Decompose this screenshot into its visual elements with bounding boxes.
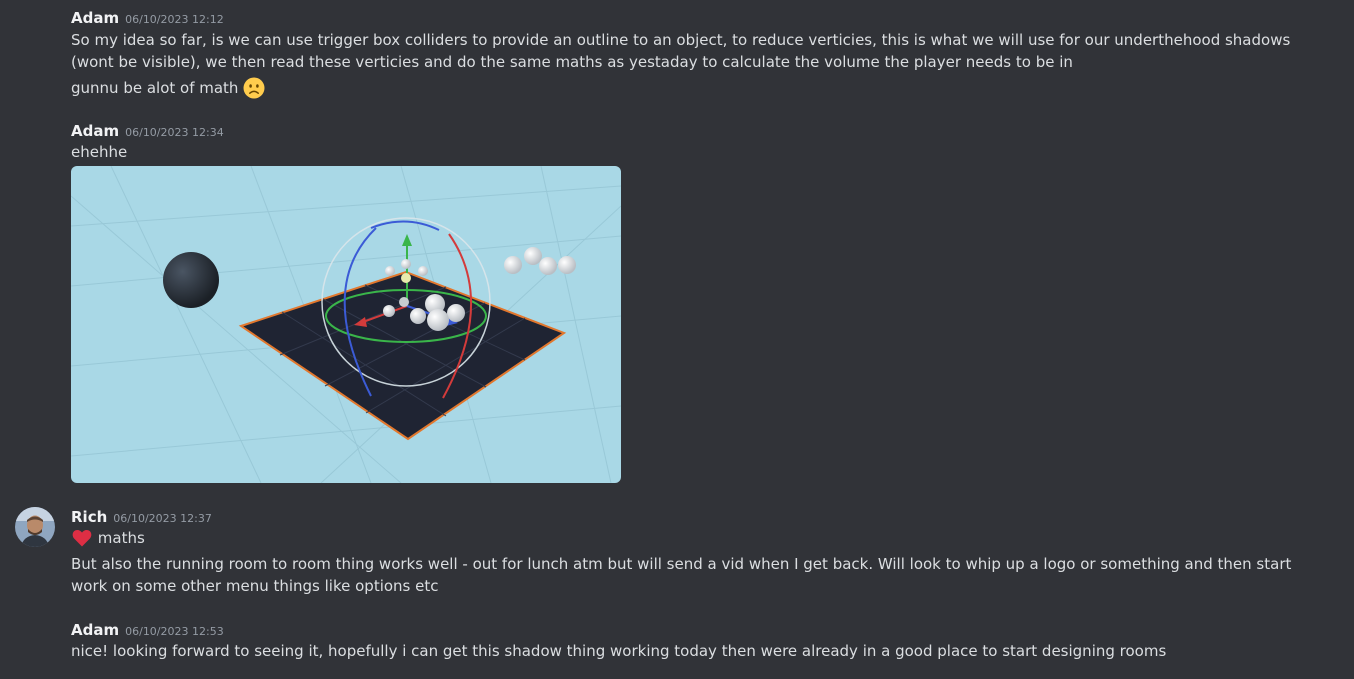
message-text-line: gunnu be alot of math (71, 77, 1304, 99)
message-header: Adam 06/10/2023 12:12 (71, 8, 224, 30)
message-text: ehehhe (71, 143, 128, 161)
message-text: gunnu be alot of math (71, 79, 239, 97)
red-heart-icon[interactable] (71, 527, 93, 549)
author-name[interactable]: Adam (71, 122, 119, 140)
message-header: Adam 06/10/2023 12:53 (71, 620, 224, 642)
chat-messages: Adam 06/10/2023 12:12 So my idea so far, … (0, 0, 1354, 679)
message-text: But also the running room to room thing … (71, 555, 1292, 595)
message-timestamp: 06/10/2023 12:37 (113, 512, 212, 525)
message-timestamp: 06/10/2023 12:34 (125, 126, 224, 139)
message-header: Adam 06/10/2023 12:34 (71, 121, 224, 143)
message-text: So my idea so far, is we can use trigger… (71, 31, 1291, 71)
user-avatar-icon (15, 507, 55, 547)
message-timestamp: 06/10/2023 12:53 (125, 625, 224, 638)
author-name[interactable]: Adam (71, 9, 119, 27)
author-name[interactable]: Rich (71, 508, 107, 526)
author-name[interactable]: Adam (71, 621, 119, 639)
3d-editor-scene-image (71, 166, 621, 483)
avatar[interactable] (15, 507, 55, 547)
message-text-line: maths (71, 527, 1304, 549)
message-timestamp: 06/10/2023 12:12 (125, 13, 224, 26)
message-header: Rich 06/10/2023 12:37 (71, 507, 212, 529)
image-attachment[interactable] (71, 166, 621, 483)
message-text: nice! looking forward to seeing it, hope… (71, 642, 1167, 660)
slightly-frowning-face-icon[interactable] (243, 77, 265, 99)
message-text: maths (97, 529, 145, 547)
